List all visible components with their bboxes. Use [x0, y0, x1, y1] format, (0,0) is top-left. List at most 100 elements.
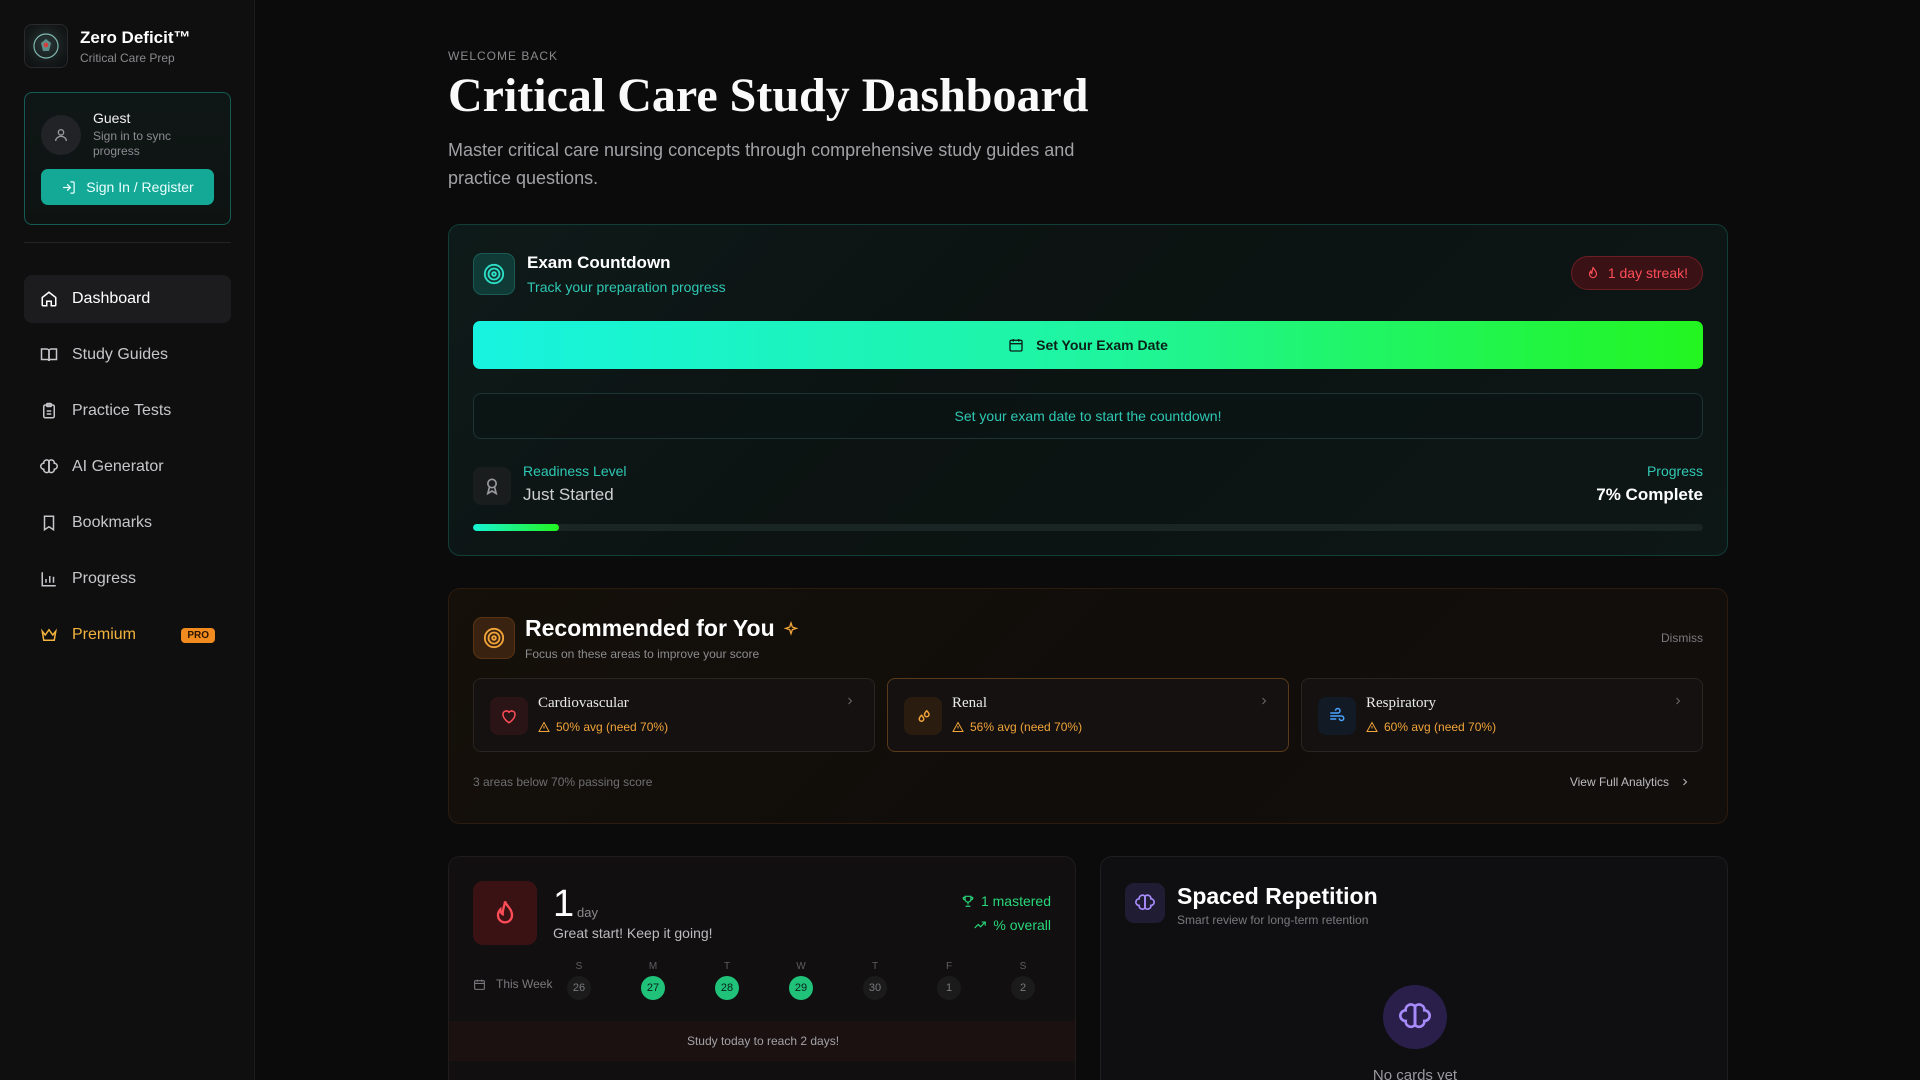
topic-stat: 56% avg (need 70%)	[952, 720, 1082, 734]
topic-card-renal[interactable]: Renal 56% avg (need 70%)	[887, 678, 1289, 752]
day-number: 1	[937, 976, 961, 1000]
day-letter: T	[723, 961, 731, 972]
sidebar: Zero Deficit™ Critical Care Prep Guest S…	[0, 0, 255, 1080]
week-day: W 29	[787, 961, 815, 1000]
brain-icon	[1383, 985, 1447, 1049]
streak-badge: 1 day streak!	[1570, 256, 1703, 290]
recommended-title-text: Recommended for You	[525, 615, 775, 641]
day-letter: S	[1019, 961, 1027, 972]
recommended-subtitle: Focus on these areas to improve your sco…	[525, 647, 760, 661]
exam-countdown-card: Exam Countdown Track your preparation pr…	[448, 224, 1728, 556]
mastered-text: 1 mastered	[980, 893, 1051, 909]
day-number: 29	[789, 976, 813, 1000]
topic-stat: 50% avg (need 70%)	[538, 720, 668, 734]
page-title: Critical Care Study Dashboard	[448, 69, 1089, 122]
bar-chart-icon	[41, 572, 56, 587]
target-icon	[473, 617, 515, 659]
brand-logo-icon	[24, 24, 68, 68]
countdown-message: Set your exam date to start the countdow…	[473, 393, 1703, 439]
sidebar-item-label: Practice Tests	[72, 402, 172, 419]
brand[interactable]: Zero Deficit™ Critical Care Prep	[24, 24, 191, 68]
sidebar-item-label: Progress	[72, 570, 137, 587]
sidebar-item-ai-generator[interactable]: AI Generator	[24, 443, 231, 491]
progress-label: Progress	[1646, 463, 1703, 479]
sidebar-item-dashboard[interactable]: Dashboard	[24, 275, 231, 323]
sidebar-item-premium[interactable]: Premium PRO	[24, 611, 231, 659]
alert-triangle-icon	[1366, 721, 1378, 732]
week-day: S2	[1009, 961, 1037, 1000]
exam-subtitle: Track your preparation progress	[527, 279, 726, 295]
day-letter: W	[796, 961, 806, 972]
trophy-icon	[962, 895, 974, 907]
guest-name: Guest	[93, 110, 131, 126]
sidebar-item-label: Premium	[72, 626, 137, 643]
recommended-card: Recommended for You Focus on these areas…	[448, 588, 1728, 824]
sidebar-item-label: AI Generator	[72, 458, 164, 475]
user-icon	[41, 115, 81, 155]
day-number: 27	[641, 976, 665, 1000]
day-letter: S	[575, 961, 583, 972]
progress-bar	[473, 524, 1703, 531]
topic-name: Cardiovascular	[538, 695, 629, 711]
sidebar-item-progress[interactable]: Progress	[24, 555, 231, 603]
topic-stat-text: 60% avg (need 70%)	[1384, 720, 1497, 734]
sidebar-nav: Dashboard Study Guides Practice Tests AI…	[24, 275, 231, 667]
week-day: M 27	[639, 961, 667, 1000]
week-day: F1	[935, 961, 963, 1000]
day-number: 28	[715, 976, 739, 1000]
sign-in-button[interactable]: Sign In / Register	[41, 169, 214, 205]
brand-title: Zero Deficit™	[80, 27, 191, 47]
recommended-title: Recommended for You	[525, 615, 799, 642]
readiness-value: Just Started	[523, 485, 614, 504]
sidebar-item-practice-tests[interactable]: Practice Tests	[24, 387, 231, 435]
sparkles-icon	[783, 620, 799, 636]
week-label-text: This Week	[496, 977, 553, 991]
brain-icon	[1125, 883, 1165, 923]
award-icon	[473, 467, 511, 505]
sidebar-item-label: Bookmarks	[72, 514, 153, 531]
flame-icon	[1588, 266, 1597, 279]
view-analytics-link[interactable]: View Full Analytics	[1570, 775, 1691, 789]
mastered-stat: 1 mastered	[961, 893, 1051, 909]
progress-value: 7% Complete	[1596, 485, 1703, 504]
empty-state-text: No cards yet	[1372, 1067, 1458, 1080]
alert-triangle-icon	[538, 721, 550, 732]
day-number: 2	[1011, 976, 1035, 1000]
streak-card: 1 day Great start! Keep it going! 1 mast…	[448, 856, 1076, 1080]
sidebar-item-label: Dashboard	[72, 290, 151, 307]
flame-icon	[473, 881, 537, 945]
topic-card-cardiovascular[interactable]: Cardiovascular 50% avg (need 70%)	[473, 678, 875, 752]
day-number: 30	[863, 976, 887, 1000]
day-letter: F	[945, 961, 953, 972]
home-icon	[41, 291, 57, 307]
spaced-repetition-title: Spaced Repetition	[1177, 883, 1378, 909]
login-icon	[63, 180, 76, 194]
clipboard-icon	[43, 402, 55, 419]
page-description: Master critical care nursing concepts th…	[448, 140, 1075, 188]
trending-up-icon	[974, 921, 987, 929]
recommended-footer: 3 areas below 70% passing score	[473, 775, 653, 789]
set-exam-date-label: Set Your Exam Date	[1036, 337, 1168, 353]
dismiss-button[interactable]: Dismiss	[1661, 631, 1703, 645]
day-letter: T	[871, 961, 879, 972]
chevron-right-icon	[1683, 778, 1688, 786]
chevron-right-icon	[1676, 697, 1681, 705]
week-label: This Week	[473, 977, 552, 991]
heart-icon	[490, 697, 528, 735]
set-exam-date-button[interactable]: Set Your Exam Date	[473, 321, 1703, 369]
welcome-label: WELCOME BACK	[448, 49, 559, 63]
sidebar-divider	[24, 242, 231, 243]
sign-in-label: Sign In / Register	[86, 179, 194, 195]
week-day: T 30	[861, 961, 889, 1000]
target-icon	[473, 253, 515, 295]
alert-triangle-icon	[952, 721, 964, 732]
guest-card: Guest Sign in to sync progress Sign In /…	[24, 92, 231, 225]
calendar-icon	[1009, 339, 1023, 352]
overall-stat: % overall	[973, 917, 1051, 933]
topic-stat: 60% avg (need 70%)	[1366, 720, 1496, 734]
topic-name: Respiratory	[1366, 695, 1436, 711]
sidebar-item-bookmarks[interactable]: Bookmarks	[24, 499, 231, 547]
topic-card-respiratory[interactable]: Respiratory 60% avg (need 70%)	[1301, 678, 1703, 752]
sidebar-item-study-guides[interactable]: Study Guides	[24, 331, 231, 379]
droplets-icon	[904, 697, 942, 735]
